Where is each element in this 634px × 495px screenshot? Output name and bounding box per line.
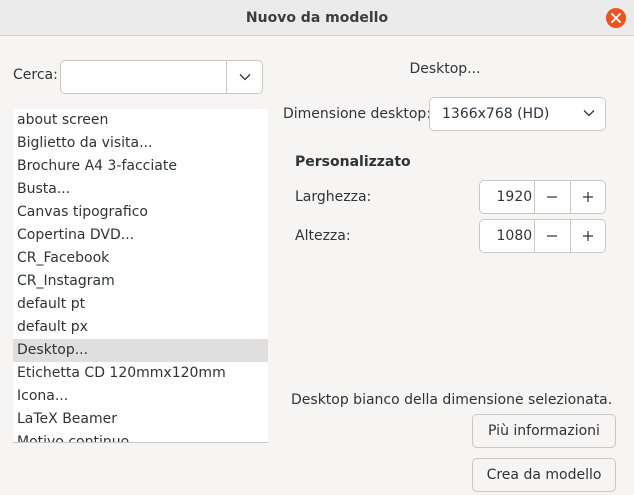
create-from-template-button[interactable]: Crea da modello [472,458,616,492]
template-list[interactable]: about screen Biglietto da visita... Brochu… [13,109,268,443]
height-decrement-button[interactable] [534,220,569,252]
width-spinbutton: 1920 [479,180,606,214]
template-heading: Desktop... [409,61,481,77]
template-list-item[interactable]: Desktop... [13,339,268,362]
width-increment-button[interactable] [569,181,605,213]
close-icon [611,13,621,23]
template-list-item[interactable]: Biglietto da visita... [13,132,268,155]
minus-icon [547,235,558,237]
plus-icon [582,192,593,202]
template-list-item[interactable]: Canvas tipografico [13,201,268,224]
template-description: Desktop bianco della dimensione selezion… [291,392,613,408]
height-value[interactable]: 1080 [480,220,534,252]
template-list-item[interactable]: CR_Facebook [13,247,268,270]
chevron-down-icon [239,74,250,81]
template-list-item[interactable]: about screen [13,109,268,132]
template-list-item[interactable]: Etichetta CD 120mmx120mm [13,362,268,385]
close-button[interactable] [606,8,626,28]
template-list-item[interactable]: Icona... [13,385,268,408]
search-combobox [60,60,263,94]
title-bar: Nuovo da modello [0,0,634,36]
template-list-pane: Cerca: about screen Biglietto da visita..… [0,37,275,495]
template-list-item[interactable]: LaTeX Beamer [13,408,268,431]
template-list-item[interactable]: Motivo continuo [13,431,268,442]
height-increment-button[interactable] [569,220,605,252]
chevron-down-icon [583,110,595,117]
more-info-button[interactable]: Più informazioni [472,414,616,448]
width-label: Larghezza: [295,189,372,205]
template-list-item[interactable]: default px [13,316,268,339]
search-dropdown-button[interactable] [226,61,262,93]
window-title: Nuovo da modello [245,10,389,26]
width-value[interactable]: 1920 [480,181,534,213]
height-label: Altezza: [295,228,351,244]
plus-icon [582,231,593,241]
template-list-item[interactable]: Brochure A4 3-facciate [13,155,268,178]
width-decrement-button[interactable] [534,181,569,213]
search-input[interactable] [61,61,227,93]
desktop-size-select[interactable]: 1366x768 (HD) [429,97,606,131]
custom-size-heading: Personalizzato [295,154,411,170]
minus-icon [547,196,558,198]
template-details-pane: Desktop... Dimensione desktop: 1366x768 … [275,37,634,495]
desktop-size-label: Dimensione desktop: [283,106,432,122]
template-list-item[interactable]: CR_Instagram [13,270,268,293]
height-spinbutton: 1080 [479,219,606,253]
template-list-item[interactable]: default pt [13,293,268,316]
desktop-size-value: 1366x768 (HD) [442,106,550,122]
template-list-item[interactable]: Busta... [13,178,268,201]
template-list-item[interactable]: Copertina DVD... [13,224,268,247]
search-label: Cerca: [13,67,58,83]
